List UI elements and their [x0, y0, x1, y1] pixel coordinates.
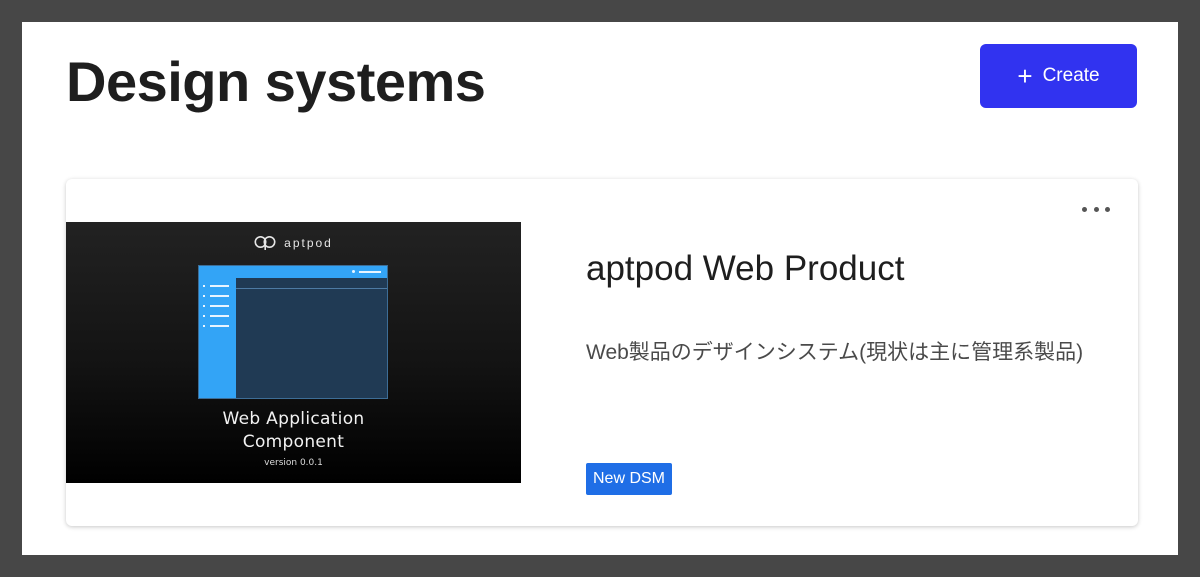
thumbnail-title-line1: Web Application	[222, 409, 365, 429]
design-system-card[interactable]: aptpod Web Application Component version…	[66, 179, 1138, 526]
thumbnail-version: version 0.0.1	[264, 458, 323, 468]
card-title[interactable]: aptpod Web Product	[586, 247, 904, 291]
aptpod-logo: aptpod	[66, 235, 521, 251]
card-description: Web製品のデザインシステム(現状は主に管理系製品)	[586, 341, 1084, 364]
page: Design systems + Create aptpod Web Appli…	[22, 22, 1178, 555]
app-mockup-illustration	[198, 265, 388, 399]
status-badge: New DSM	[586, 463, 673, 495]
design-system-thumbnail: aptpod Web Application Component version…	[66, 222, 521, 483]
plus-icon: +	[1017, 61, 1033, 91]
create-button-label: Create	[1042, 65, 1100, 86]
more-horizontal-icon[interactable]	[1082, 201, 1110, 217]
logo-text: aptpod	[284, 236, 333, 250]
thumbnail-title-line2: Component	[242, 432, 345, 452]
aptpod-logo-icon	[254, 236, 276, 250]
thumbnail-title: Web Application Component	[66, 408, 521, 454]
page-title: Design systems	[66, 50, 486, 113]
create-button[interactable]: + Create	[980, 44, 1137, 108]
